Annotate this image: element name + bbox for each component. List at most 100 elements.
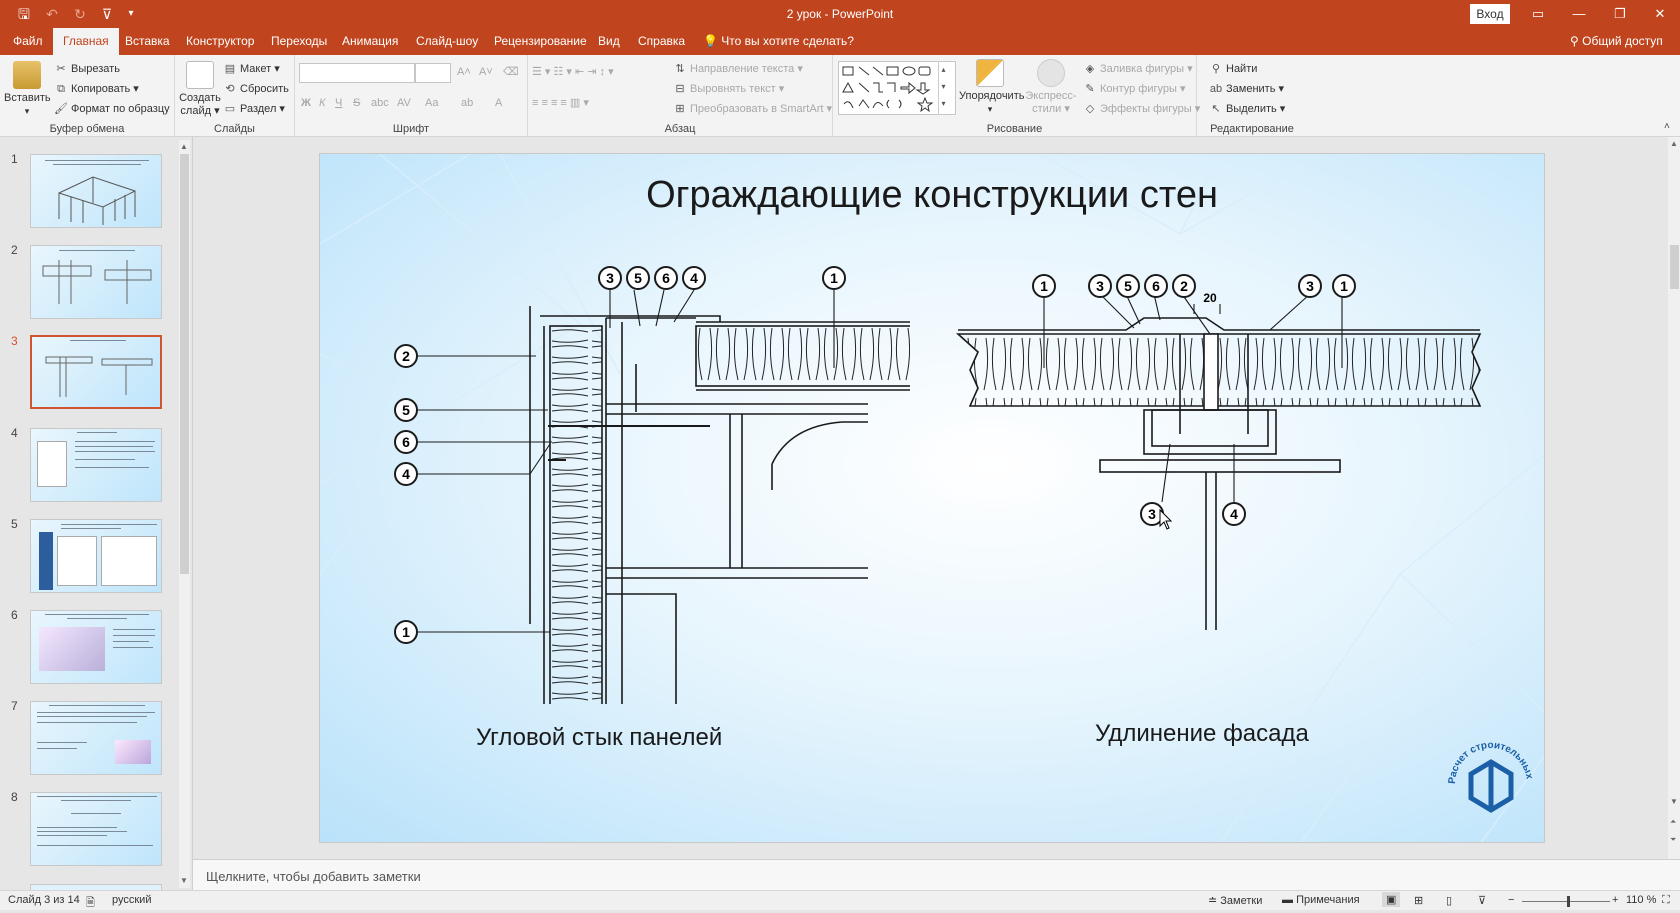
tab-design[interactable]: Конструктор: [186, 28, 254, 55]
change-case-button[interactable]: Aa: [425, 95, 438, 111]
arrange-button[interactable]: Упорядочить ▾: [959, 59, 1024, 116]
italic-button[interactable]: К: [319, 95, 325, 111]
scroll-down-icon[interactable]: ▼: [180, 876, 188, 885]
thumbnail-scroll-thumb[interactable]: [180, 154, 189, 574]
tab-help[interactable]: Справка: [638, 28, 685, 55]
fit-slide-icon[interactable]: ⛶: [1662, 894, 1670, 907]
callout: 1: [1332, 274, 1356, 298]
slide-sorter-icon[interactable]: ⊞: [1414, 894, 1423, 907]
align-text-button[interactable]: ⊟ Выровнять текст ▾: [673, 81, 784, 97]
replace-button[interactable]: ab Заменить ▾: [1209, 81, 1284, 97]
slide-thumbnail-2[interactable]: [30, 245, 162, 319]
shape-effects-button[interactable]: ◇ Эффекты фигуры ▾: [1083, 101, 1200, 117]
font-color-button[interactable]: A: [495, 95, 502, 111]
slide-thumbnail-1[interactable]: [30, 154, 162, 228]
slide-thumbnail-6[interactable]: [30, 610, 162, 684]
language-indicator[interactable]: русский: [112, 894, 151, 906]
scroll-up-icon[interactable]: ▲: [180, 142, 188, 151]
zoom-out-icon[interactable]: −: [1508, 894, 1514, 906]
new-slide-button[interactable]: Создать слайд ▾: [179, 61, 221, 118]
tell-me-label: Что вы хотите сделать?: [721, 34, 854, 48]
shrink-font-button[interactable]: A˅: [479, 64, 493, 80]
highlight-icon[interactable]: ab: [461, 95, 473, 111]
next-slide-icon[interactable]: ⏷: [1670, 835, 1676, 845]
slide-scroll-thumb[interactable]: [1670, 245, 1679, 289]
login-button[interactable]: Вход: [1470, 4, 1510, 24]
close-icon[interactable]: ✕: [1640, 0, 1680, 28]
copy-button[interactable]: ⧉ Копировать ▾: [54, 81, 139, 97]
tab-review[interactable]: Рецензирование: [494, 28, 587, 55]
scroll-up-icon[interactable]: ▲: [1670, 139, 1678, 148]
underline-button[interactable]: Ч: [335, 95, 342, 111]
quick-styles-button[interactable]: Экспресс-стили ▾: [1023, 59, 1079, 116]
previous-slide-icon[interactable]: ⏶: [1670, 817, 1676, 827]
notes-placeholder[interactable]: Щелкните, чтобы добавить заметки: [206, 869, 421, 884]
slideshow-view-icon[interactable]: ⊽: [1478, 894, 1486, 907]
clear-format-icon[interactable]: ⌫: [503, 64, 519, 80]
smartart-button[interactable]: ⊞ Преобразовать в SmartArt ▾: [673, 101, 832, 117]
char-spacing-button[interactable]: AV: [397, 95, 411, 111]
normal-view-icon[interactable]: ▣: [1382, 892, 1401, 907]
shape-outline-button[interactable]: ✎ Контур фигуры ▾: [1083, 81, 1185, 97]
slide-title[interactable]: Ограждающие конструкции стен: [320, 174, 1544, 217]
font-size-combo[interactable]: [415, 63, 451, 83]
ribbon-display-icon[interactable]: ▭: [1518, 0, 1558, 28]
comments-toggle-button[interactable]: ▬ Примечания: [1282, 894, 1360, 906]
align-icons[interactable]: ≡ ≡ ≡ ≡ ▥ ▾: [532, 95, 589, 111]
callout-label: 4: [690, 270, 698, 286]
reading-view-icon[interactable]: ▯: [1446, 894, 1452, 907]
tab-view[interactable]: Вид: [598, 28, 620, 55]
slide-thumbnail-8[interactable]: [30, 792, 162, 866]
zoom-level[interactable]: 110 %: [1626, 894, 1656, 906]
status-bar: Слайд 3 из 14 🗎 русский ≐ Заметки ▬ Прим…: [0, 890, 1680, 910]
tab-transitions[interactable]: Переходы: [271, 28, 327, 55]
callout: 6: [654, 266, 678, 290]
thumbnail-scrollbar[interactable]: ▲ ▼: [179, 140, 190, 888]
minimize-icon[interactable]: —: [1559, 0, 1599, 28]
shape-fill-button[interactable]: ◈ Заливка фигуры ▾: [1083, 61, 1193, 77]
cut-button[interactable]: ✂ Вырезать: [54, 61, 120, 77]
tab-file[interactable]: Файл: [13, 28, 43, 55]
select-button[interactable]: ↖ Выделить ▾: [1209, 101, 1285, 117]
bold-button[interactable]: Ж: [301, 95, 311, 111]
slide-scrollbar[interactable]: ▲ ▼ ⏶ ⏷: [1668, 137, 1680, 859]
find-button[interactable]: ⚲ Найти: [1209, 61, 1257, 77]
reset-button[interactable]: ⟲ Сбросить: [223, 81, 289, 97]
tab-home[interactable]: Главная: [53, 28, 119, 55]
shadow-button[interactable]: abc: [371, 95, 389, 111]
thumb-number: 8: [11, 790, 18, 804]
share-button[interactable]: ⚲ Общий доступ: [1570, 28, 1663, 55]
grow-font-button[interactable]: A˄: [457, 64, 471, 80]
tab-insert[interactable]: Вставка: [125, 28, 170, 55]
caption-facade-extension[interactable]: Удлинение фасада: [1095, 720, 1309, 748]
format-painter-button[interactable]: 🖌 Формат по образцу: [54, 101, 170, 117]
zoom-in-icon[interactable]: +: [1612, 894, 1618, 906]
slide-thumbnail-5[interactable]: [30, 519, 162, 593]
slide-thumbnail-7[interactable]: [30, 701, 162, 775]
current-slide[interactable]: Ограждающие конструкции стен 3 5 6 4 1 2…: [319, 153, 1545, 843]
notes-pane[interactable]: Щелкните, чтобы добавить заметки: [193, 859, 1680, 890]
tab-animations[interactable]: Анимация: [342, 28, 398, 55]
zoom-slider-thumb[interactable]: [1567, 896, 1570, 907]
zoom-slider[interactable]: [1522, 896, 1610, 907]
strikethrough-button[interactable]: S: [353, 95, 360, 111]
bullets-icon[interactable]: ☰ ▾ ☷ ▾ ⇤ ⇥ ↕ ▾: [532, 64, 614, 80]
slide-thumbnail-4[interactable]: [30, 428, 162, 502]
restore-icon[interactable]: ❐: [1600, 0, 1640, 28]
text-direction-button[interactable]: ⇅ Направление текста ▾: [673, 61, 802, 77]
section-button[interactable]: ▭ Раздел ▾: [223, 101, 285, 117]
spellcheck-icon[interactable]: 🗎: [86, 894, 95, 913]
tab-slideshow[interactable]: Слайд-шоу: [416, 28, 478, 55]
notes-toggle-button[interactable]: ≐ Заметки: [1208, 894, 1262, 907]
layout-button[interactable]: ▤ Макет ▾: [223, 61, 280, 77]
slide-thumbnail-3[interactable]: [30, 335, 162, 409]
paste-button[interactable]: Вставить ▾: [4, 61, 51, 118]
scroll-down-icon[interactable]: ▼: [1670, 797, 1678, 806]
collapse-ribbon-icon[interactable]: ˄: [1664, 121, 1670, 132]
font-family-combo[interactable]: [299, 63, 415, 83]
reset-icon: ⟲: [225, 83, 235, 95]
tell-me-box[interactable]: 💡 Что вы хотите сделать?: [703, 28, 854, 55]
callout: 3: [1088, 274, 1112, 298]
caption-corner-joint[interactable]: Угловой стык панелей: [476, 724, 722, 752]
shapes-scroll[interactable]: ▴ ▾ ▾: [938, 61, 948, 115]
